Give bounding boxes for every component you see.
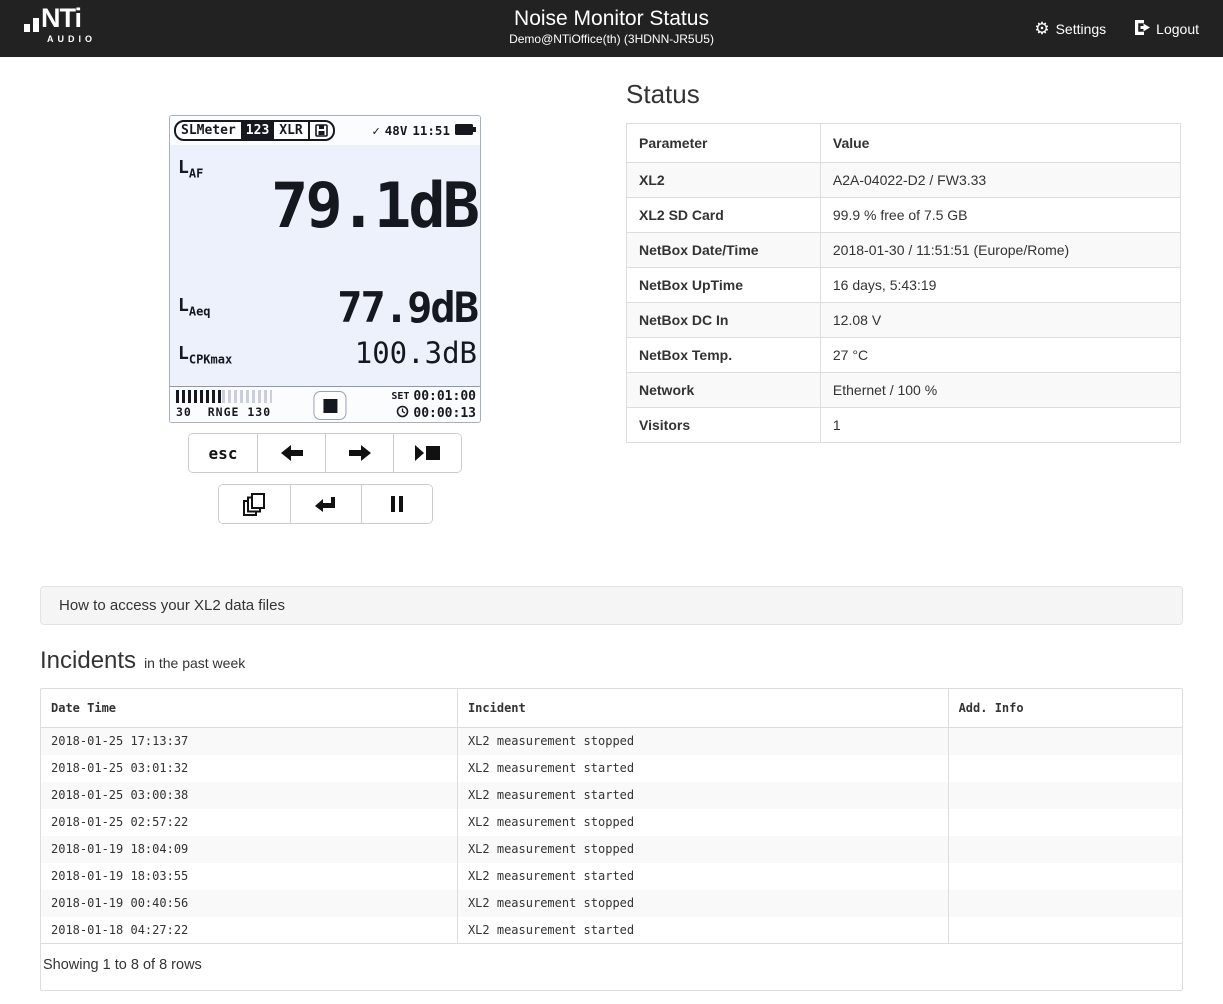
table-row: 2018-01-25 02:57:22XL2 measurement stopp… [41,809,1182,836]
reading-label-lcpkmax: LCPKmax [178,343,232,367]
battery-icon [455,123,476,138]
table-row: NetBox DC In12.08 V [627,303,1181,338]
enter-icon [315,496,337,513]
settings-link[interactable]: ⚙ Settings [1034,20,1106,37]
elapsed-time: 00:00:13 [413,406,476,422]
status-table-header: ParameterValue [627,124,1181,163]
screen-clock: 11:51 [412,123,450,138]
device-button-row-1: esc [188,433,462,473]
logout-link[interactable]: Logout [1134,20,1199,38]
status-heading: Status [626,79,1181,110]
table-row: 2018-01-19 00:40:56XL2 measurement stopp… [41,890,1182,917]
screen-function-label: SLMeter [176,122,241,139]
table-row: Visitors1 [627,408,1181,443]
status-section: Status ParameterValue XL2A2A-04022-D2 / … [610,57,1223,524]
reading-label-laf: LAF [178,157,203,181]
level-meter-rest [222,390,272,403]
header-bar: NTi AUDIO Noise Monitor Status Demo@NTiO… [0,0,1223,57]
table-row: 2018-01-19 18:03:55XL2 measurement start… [41,863,1182,890]
device-button-row-2 [218,484,433,524]
page-button[interactable] [219,485,290,523]
table-row: XL2 SD Card99.9 % free of 7.5 GB [627,198,1181,233]
screen-menu-bar: SLMeter 123 XLR [174,120,335,141]
elapsed-timer-icon [396,405,409,423]
logout-icon [1134,20,1150,38]
phantom-check-icon: ✓ [372,123,380,138]
incidents-table-header: Date TimeIncidentAdd. Info [41,689,1182,728]
screen-profile-label: 123 [241,122,274,139]
logout-label: Logout [1156,21,1199,37]
save-icon [310,122,333,139]
record-stop-indicator [313,391,346,420]
access-panel-label: How to access your XL2 data files [59,597,285,614]
level-meter: 30 RNGE 130 [176,390,272,419]
reading-value-laeq: 77.9dB [337,287,477,329]
arrow-right-button[interactable] [325,434,393,472]
arrow-right-icon [349,445,371,461]
status-table: ParameterValue XL2A2A-04022-D2 / FW3.33X… [626,123,1181,443]
incidents-table: Date TimeIncidentAdd. Info 2018-01-25 17… [41,689,1182,944]
access-data-files-panel[interactable]: How to access your XL2 data files [40,586,1183,625]
screen-input-label: XLR [274,122,309,139]
enter-button[interactable] [290,485,361,523]
reading-label-laeq: LAeq [178,295,211,319]
start-stop-button[interactable] [393,434,461,472]
phantom-voltage: 48V [385,123,408,138]
set-time: 00:01:00 [413,389,476,405]
table-row: 2018-01-19 18:04:09XL2 measurement stopp… [41,836,1182,863]
table-row: 2018-01-25 03:00:38XL2 measurement start… [41,782,1182,809]
incidents-heading: Incidents [40,647,136,675]
arrow-left-button[interactable] [257,434,325,472]
table-row: NetworkEthernet / 100 % [627,373,1181,408]
table-row: NetBox Temp.27 °C [627,338,1181,373]
gear-icon: ⚙ [1034,20,1049,37]
table-row: XL2A2A-04022-D2 / FW3.33 [627,163,1181,198]
column-header: Date Time [41,689,457,728]
table-row: NetBox Date/Time2018-01-30 / 11:51:51 (E… [627,233,1181,268]
settings-label: Settings [1056,21,1107,37]
esc-button[interactable]: esc [189,434,257,472]
arrow-left-icon [281,445,303,461]
column-header: Incident [457,689,948,728]
column-header: Parameter [627,124,821,163]
reading-value-laf: 79.1dB [271,175,477,237]
incidents-section: Incidents in the past week Date TimeInci… [40,647,1183,991]
xl2-screen: SLMeter 123 XLR ✓ 48V 11:51 LAF [169,115,481,423]
column-header: Value [820,124,1180,163]
play-stop-icon [415,445,441,461]
pagination-info: Showing 1 to 8 of 8 rows [41,944,1182,990]
column-header: Add. Info [948,689,1182,728]
table-row: 2018-01-25 17:13:37XL2 measurement stopp… [41,728,1182,755]
incidents-table-container: Date TimeIncidentAdd. Info 2018-01-25 17… [40,688,1183,991]
table-row: 2018-01-25 03:01:32XL2 measurement start… [41,755,1182,782]
set-label: SET [391,389,409,405]
device-panel: SLMeter 123 XLR ✓ 48V 11:51 LAF [40,57,610,524]
incidents-subheading: in the past week [144,655,245,671]
pages-icon [243,493,266,516]
table-row: NetBox UpTime16 days, 5:43:19 [627,268,1181,303]
pause-button[interactable] [361,485,432,523]
reading-value-lcpkmax: 100.3dB [355,339,477,368]
level-meter-fill [176,390,222,403]
table-row: 2018-01-18 04:27:22XL2 measurement start… [41,917,1182,944]
pause-icon [391,496,403,512]
